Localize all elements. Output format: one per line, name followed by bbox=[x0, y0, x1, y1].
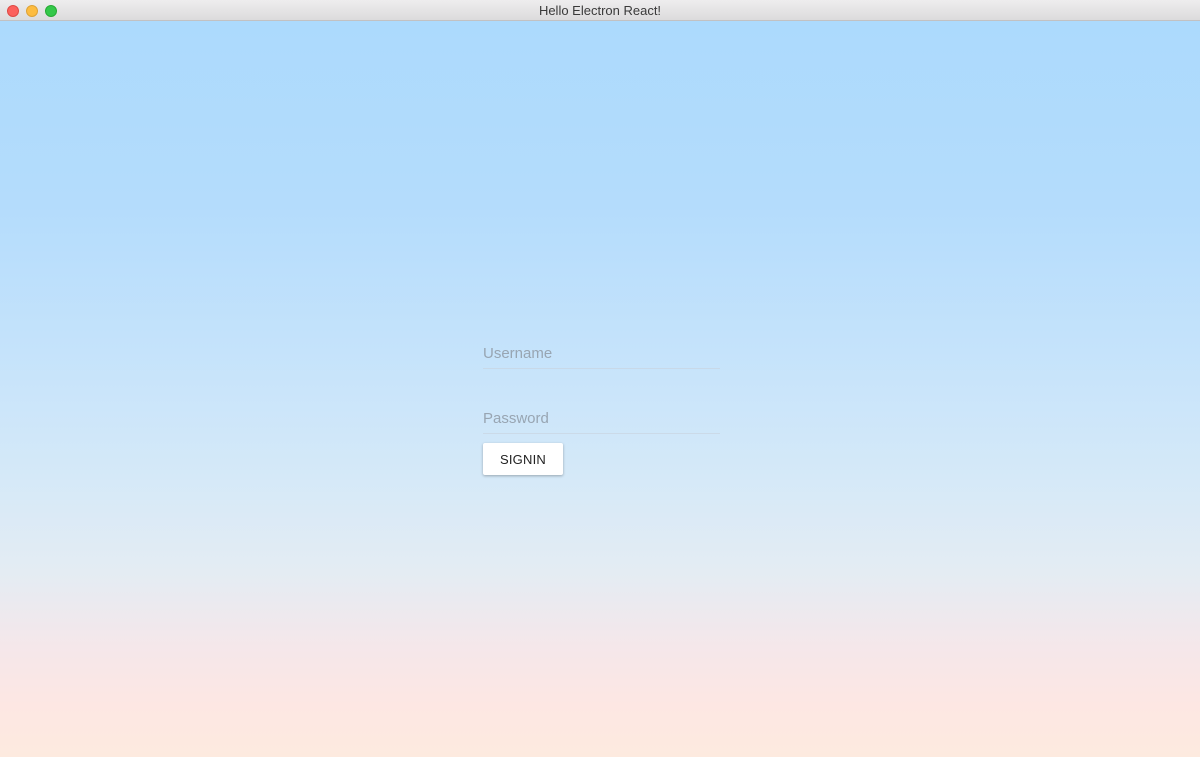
login-form: SIGNIN bbox=[483, 339, 720, 475]
title-bar[interactable]: Hello Electron React! bbox=[0, 0, 1200, 21]
signin-button[interactable]: SIGNIN bbox=[483, 443, 563, 475]
username-field bbox=[483, 339, 720, 369]
username-input[interactable] bbox=[483, 339, 720, 367]
password-input[interactable] bbox=[483, 404, 720, 432]
password-field bbox=[483, 404, 720, 434]
app-background: SIGNIN bbox=[0, 21, 1200, 757]
window-title: Hello Electron React! bbox=[538, 3, 662, 18]
app-window: Hello Electron React! SIGNIN bbox=[0, 0, 1200, 757]
